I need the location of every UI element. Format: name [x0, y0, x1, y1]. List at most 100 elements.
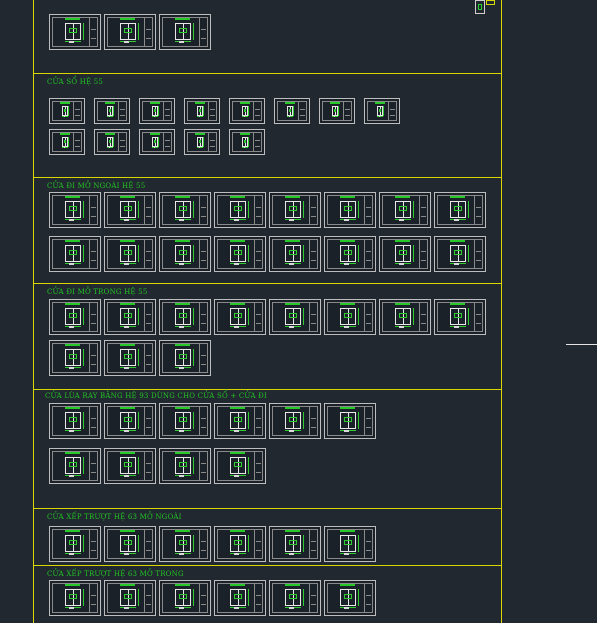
drawing-sheet[interactable]	[324, 299, 376, 335]
drawing-sheet[interactable]	[49, 403, 101, 439]
drawing-sheet[interactable]	[94, 98, 130, 124]
dimension-line	[192, 245, 194, 263]
door-frame	[285, 201, 301, 219]
drawing-sheet[interactable]	[94, 129, 130, 155]
sheet-header	[120, 530, 135, 532]
drawing-sheet[interactable]	[104, 192, 156, 228]
glass-panel	[233, 416, 243, 423]
drawing-sheet[interactable]	[324, 236, 376, 272]
drawing-sheet[interactable]	[104, 236, 156, 272]
title-block	[199, 584, 207, 612]
drawing-sheet[interactable]	[379, 236, 431, 272]
drawing-sheet[interactable]	[269, 403, 321, 439]
drawing-sheet[interactable]	[269, 580, 321, 616]
drawing-sheet[interactable]	[104, 526, 156, 562]
drawing-sheet[interactable]	[139, 129, 175, 155]
dimension-line	[248, 106, 250, 116]
drawing-sheet[interactable]	[49, 340, 101, 376]
drawing-sheet[interactable]	[159, 236, 211, 272]
drawing-sheet[interactable]	[184, 129, 220, 155]
drawing-sheet[interactable]	[229, 129, 265, 155]
drawing-sheet[interactable]	[49, 299, 101, 335]
drawing-sheet[interactable]	[324, 403, 376, 439]
title-block	[309, 240, 317, 268]
drawing-sheet[interactable]	[434, 236, 486, 272]
drawing-sheet[interactable]	[214, 236, 266, 272]
sheet-header	[175, 303, 190, 305]
drawing-sheet[interactable]	[104, 403, 156, 439]
drawing-sheet[interactable]	[214, 580, 266, 616]
drawing-sheet[interactable]	[49, 580, 101, 616]
drawing-sheet[interactable]	[229, 98, 265, 124]
drawing-sheet[interactable]	[269, 236, 321, 272]
drawing-sheet[interactable]	[269, 192, 321, 228]
drawing-sheet[interactable]	[104, 299, 156, 335]
drawing-sheet[interactable]	[379, 192, 431, 228]
drawing-sheet[interactable]	[159, 403, 211, 439]
drawing-sheet[interactable]	[324, 526, 376, 562]
drawing-sheet[interactable]	[214, 526, 266, 562]
drawing-sheet[interactable]	[49, 98, 85, 124]
drawing-sheet[interactable]	[49, 236, 101, 272]
sheet-header	[120, 452, 135, 454]
drawing-sheet[interactable]	[159, 14, 211, 50]
drawing-sheet[interactable]	[104, 448, 156, 484]
title-block	[118, 133, 126, 151]
drawing-sheet[interactable]	[159, 192, 211, 228]
block-insert-icon[interactable]	[475, 0, 485, 14]
drawing-sheet[interactable]	[214, 403, 266, 439]
drawing-sheet[interactable]	[214, 299, 266, 335]
cad-drawing-canvas[interactable]: CỬA SỔ HỆ 55 CỬA ĐI MỞ NGOÀI HỆ 55 CỬA Đ…	[0, 0, 597, 623]
glass-panel	[123, 312, 133, 319]
drawing-sheet[interactable]	[324, 580, 376, 616]
drawing-sheet[interactable]	[269, 526, 321, 562]
drawing-sheet[interactable]	[269, 299, 321, 335]
drawing-sheet[interactable]	[104, 580, 156, 616]
dimension-line	[137, 245, 139, 263]
sheet-header	[450, 240, 465, 242]
drawing-label	[63, 145, 66, 148]
drawing-sheet[interactable]	[49, 14, 101, 50]
drawing-label	[108, 145, 111, 148]
drawing-sheet[interactable]	[159, 580, 211, 616]
drawing-sheet[interactable]	[214, 192, 266, 228]
drawing-sheet[interactable]	[159, 299, 211, 335]
drawing-label	[69, 606, 74, 609]
drawing-sheet[interactable]	[159, 448, 211, 484]
drawing-sheet[interactable]	[319, 98, 355, 124]
drawing-sheet[interactable]	[434, 192, 486, 228]
sheet-header	[120, 240, 135, 242]
drawing-label	[289, 429, 294, 432]
door-elevation	[240, 105, 250, 117]
door-frame	[175, 349, 191, 367]
door-elevation	[150, 105, 160, 117]
drawing-sheet[interactable]	[324, 192, 376, 228]
glass-panel	[343, 312, 353, 319]
sheet-header	[195, 102, 206, 104]
door-elevation	[225, 199, 251, 221]
drawing-sheet[interactable]	[214, 448, 266, 484]
drawing-sheet[interactable]	[49, 448, 101, 484]
drawing-sheet[interactable]	[139, 98, 175, 124]
drawing-sheet[interactable]	[159, 526, 211, 562]
drawing-sheet[interactable]	[104, 14, 156, 50]
drawing-sheet[interactable]	[49, 526, 101, 562]
sheet-header	[65, 18, 80, 20]
drawing-sheet[interactable]	[49, 129, 85, 155]
door-frame	[285, 589, 301, 607]
sheet-header	[65, 303, 80, 305]
drawing-sheet[interactable]	[274, 98, 310, 124]
drawing-label	[243, 114, 246, 117]
door-elevation	[115, 347, 141, 369]
drawing-sheet[interactable]	[159, 340, 211, 376]
sheet-header	[120, 196, 135, 198]
door-elevation	[170, 347, 196, 369]
drawing-sheet[interactable]	[184, 98, 220, 124]
drawing-sheet[interactable]	[104, 340, 156, 376]
drawing-label	[124, 366, 129, 369]
drawing-sheet[interactable]	[379, 299, 431, 335]
drawing-sheet[interactable]	[434, 299, 486, 335]
drawing-sheet[interactable]	[364, 98, 400, 124]
drawing-sheet[interactable]	[49, 192, 101, 228]
drawing-label	[234, 552, 239, 555]
